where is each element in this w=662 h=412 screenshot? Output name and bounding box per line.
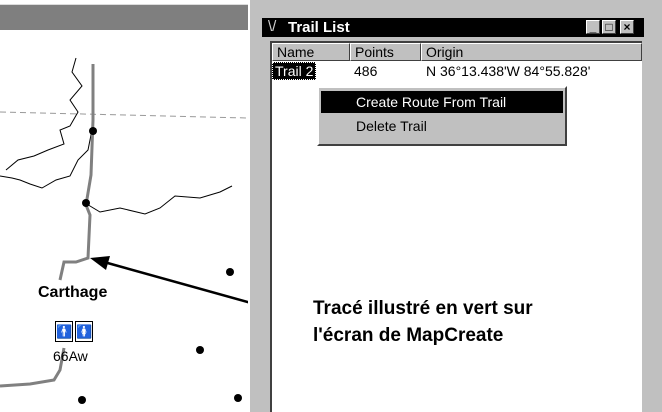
context-menu: Create Route From Trail Delete Trail [317,86,567,146]
trail-origin-cell[interactable]: N 36°13.438'W 84°55.828' [426,63,590,79]
waypoint-dot [226,268,234,276]
trail-points-cell[interactable]: 486 [354,63,377,79]
caption: Tracé illustré en vert sur l'écran de Ma… [313,295,533,349]
column-header-name[interactable]: Name [272,43,350,61]
minimize-icon[interactable]: _ [586,20,600,34]
trail-name-cell[interactable]: Trail 2 [272,62,317,80]
river-line-2 [0,129,93,189]
menu-item-create-route[interactable]: Create Route From Trail [321,91,563,113]
man-icon: 🚹 [55,321,73,342]
waypoint-dot [234,394,242,402]
window-divider[interactable] [248,0,257,412]
maximize-icon[interactable]: □ [602,20,616,34]
trail-line [58,64,95,281]
waypoint-dot [82,199,90,207]
waypoint-dot [196,346,204,354]
menu-item-delete-trail[interactable]: Delete Trail [321,115,563,137]
restroom-icon: 🚹 🚺 [55,321,93,342]
trail-list-title-bar[interactable]: \/ Trail List _ □ × [262,18,644,37]
column-header-origin[interactable]: Origin [421,43,642,61]
callout-arrow-head [90,256,110,270]
caption-line-2: l'écran de MapCreate [313,325,504,346]
river-line-3 [84,185,233,215]
highway-label: 66Aw [53,348,88,364]
waypoint-dot [78,396,86,404]
waypoint-dot [89,127,97,135]
app-icon: \/ [268,18,277,35]
county-boundary-line [0,111,249,119]
city-label: Carthage [38,284,108,301]
column-header-points[interactable]: Points [350,43,421,61]
woman-icon: 🚺 [75,321,93,342]
close-icon[interactable]: × [620,20,634,34]
map-canvas[interactable] [0,0,256,412]
caption-line-1: Tracé illustré en vert sur [313,298,533,319]
trail-list-title: Trail List [288,19,350,36]
